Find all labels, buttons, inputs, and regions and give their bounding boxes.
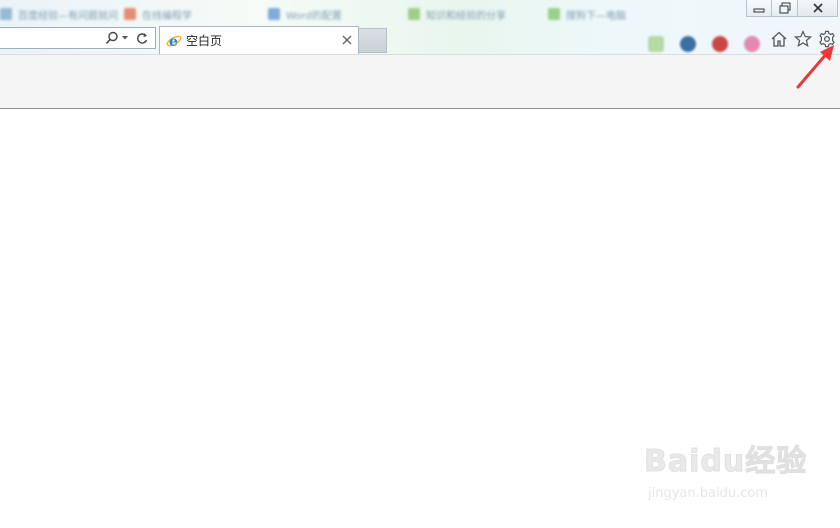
- tab-favicon-icon: [268, 8, 280, 20]
- tab-title: 空白页: [186, 34, 223, 48]
- watermark: Baidu经验 jingyan.baidu.com: [640, 432, 820, 512]
- tab-close-button[interactable]: [340, 33, 354, 47]
- background-tab-title: 在线编程学: [142, 10, 192, 22]
- background-tab-title: 知识和经验的分享: [426, 10, 506, 22]
- background-tab[interactable]: 知识和经验的分享: [408, 6, 506, 22]
- search-icon[interactable]: [105, 31, 119, 45]
- background-tab[interactable]: 搜狗下—电脑: [548, 6, 626, 22]
- browser-title-strip: 百度经验—有问题就问 在线编程学 Word的配置 知识和经验的分享 搜狗下—电脑: [0, 0, 840, 56]
- extension-icon[interactable]: [680, 36, 696, 52]
- restore-button[interactable]: [772, 0, 798, 17]
- background-tab[interactable]: Word的配置: [268, 6, 342, 22]
- tab-favicon-icon: [548, 8, 560, 20]
- tab-active[interactable]: e 空白页: [159, 26, 359, 54]
- background-tab[interactable]: 百度经验—有问题就问: [0, 6, 118, 22]
- background-tab-title: Word的配置: [286, 10, 342, 22]
- restore-icon: [779, 2, 790, 14]
- minimize-icon: [753, 8, 765, 13]
- close-icon: [342, 35, 352, 45]
- background-tab-title: 搜狗下—电脑: [566, 10, 626, 22]
- address-bar[interactable]: [0, 27, 156, 49]
- address-input[interactable]: [1, 29, 101, 49]
- svg-text:e: e: [169, 34, 178, 49]
- annotation-arrow-icon: [796, 45, 834, 89]
- background-tab-title: 百度经验—有问题就问: [18, 10, 118, 22]
- command-bar: [0, 54, 840, 109]
- ie-icon: e: [166, 33, 182, 49]
- extension-icon[interactable]: [744, 36, 760, 52]
- chevron-down-icon[interactable]: [121, 31, 129, 45]
- extension-icon[interactable]: [712, 36, 728, 52]
- minimize-button[interactable]: [746, 0, 772, 17]
- tab-favicon-icon: [408, 8, 420, 20]
- close-window-button[interactable]: [798, 0, 838, 17]
- background-tab[interactable]: 在线编程学: [124, 6, 192, 22]
- close-icon: [812, 3, 823, 13]
- window-controls: [746, 0, 838, 18]
- tab-favicon-icon: [124, 8, 136, 20]
- refresh-icon[interactable]: [135, 31, 149, 45]
- watermark-url: jingyan.baidu.com: [648, 486, 768, 501]
- extension-icon[interactable]: [648, 36, 664, 52]
- new-tab-button[interactable]: [359, 28, 387, 53]
- home-icon[interactable]: [769, 29, 789, 49]
- tab-favicon-icon: [0, 8, 12, 20]
- watermark-logo: Baidu经验: [643, 444, 808, 480]
